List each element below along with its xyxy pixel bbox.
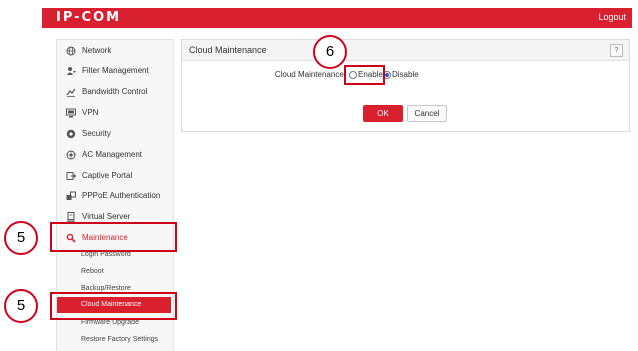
filter-icon xyxy=(66,66,76,76)
cancel-button[interactable]: Cancel xyxy=(407,105,447,122)
sidebar-item-captive-portal[interactable]: Captive Portal xyxy=(57,166,173,186)
sidebar-item-label: Security xyxy=(82,129,111,138)
subitem-firmware-upgrade[interactable]: Firmware Upgrade xyxy=(81,319,139,326)
step-callout-6: 6 xyxy=(313,35,347,69)
panel-header: Cloud Maintenance ? xyxy=(182,40,629,61)
step-callout-5b: 5 xyxy=(4,289,38,323)
sidebar-item-security[interactable]: Security xyxy=(57,124,173,144)
sidebar-item-label: VPN xyxy=(82,108,99,117)
subitem-reboot[interactable]: Reboot xyxy=(81,268,104,275)
globe-icon xyxy=(66,46,76,56)
field-label: Cloud Maintenance: xyxy=(274,70,346,79)
sidebar-item-label: Bandwidth Control xyxy=(82,87,148,96)
cloud-maintenance-panel: Cloud Maintenance ? Cloud Maintenance: E… xyxy=(181,39,630,132)
vpn-icon xyxy=(66,108,76,118)
enable-highlight-box xyxy=(344,65,385,85)
sidebar-item-label: Virtual Server xyxy=(82,212,131,221)
sidebar-item-label: Captive Portal xyxy=(82,171,133,180)
ac-icon xyxy=(66,150,76,160)
subitem-restore-factory-settings[interactable]: Restore Factory Settings xyxy=(81,336,158,343)
sidebar-item-ac-management[interactable]: AC Management xyxy=(57,145,173,165)
cloud-maintenance-row: Cloud Maintenance: Enable Disable xyxy=(182,69,629,83)
sidebar-item-label: AC Management xyxy=(82,150,143,159)
help-button[interactable]: ? xyxy=(610,44,623,57)
panel-title: Cloud Maintenance xyxy=(189,45,267,55)
cloud-maintenance-highlight-box xyxy=(50,292,177,320)
pppoe-icon xyxy=(66,191,76,201)
maintenance-highlight-box xyxy=(50,222,177,252)
logout-link[interactable]: Logout xyxy=(598,12,626,22)
sidebar-item-label: Filter Management xyxy=(82,66,149,75)
subitem-login-password[interactable]: Login Password xyxy=(81,251,131,258)
sidebar-item-filter-management[interactable]: Filter Management xyxy=(57,61,173,81)
sidebar-item-vpn[interactable]: VPN xyxy=(57,103,173,123)
sidebar-item-label: PPPoE Authentication xyxy=(82,191,161,200)
ok-button[interactable]: OK xyxy=(363,105,403,122)
sidebar-item-bandwidth-control[interactable]: Bandwidth Control xyxy=(57,82,173,102)
step-callout-5a: 5 xyxy=(4,221,38,255)
sidebar-item-label: Network xyxy=(82,46,112,55)
server-icon xyxy=(66,212,76,222)
subitem-backup-restore[interactable]: Backup/Restore xyxy=(81,285,131,292)
top-bar: IP-COM Logout xyxy=(42,8,632,28)
brand-logo: IP-COM xyxy=(56,10,122,25)
sidebar-item-network[interactable]: Network xyxy=(57,41,173,61)
disable-label[interactable]: Disable xyxy=(392,70,419,79)
portal-icon xyxy=(66,171,76,181)
bandwidth-icon xyxy=(66,87,76,97)
shield-icon xyxy=(66,129,76,139)
sidebar-item-pppoe-authentication[interactable]: PPPoE Authentication xyxy=(57,186,173,206)
